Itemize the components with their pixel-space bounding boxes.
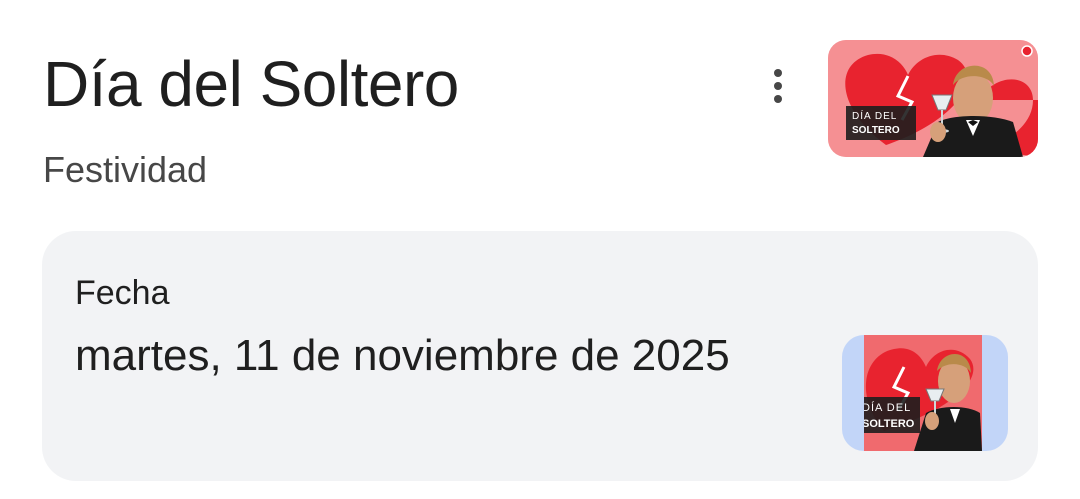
thumbnail-caption-line1: DÍA DEL <box>864 401 911 414</box>
more-vert-icon <box>774 69 782 103</box>
page-title: Día del Soltero <box>43 48 459 120</box>
date-label: Fecha <box>75 274 170 312</box>
thumbnail-caption-line2: SOLTERO <box>852 125 900 136</box>
thumbnail-caption-line1: DÍA DEL <box>852 109 897 122</box>
date-card-thumbnail-image[interactable]: DÍA DEL SOLTERO <box>842 335 1008 451</box>
header-thumbnail-image[interactable]: DÍA DEL SOLTERO <box>828 40 1038 157</box>
date-card[interactable]: Fecha martes, 11 de noviembre de 2025 DÍ… <box>42 231 1038 481</box>
entity-type-label: Festividad <box>43 149 208 190</box>
more-options-button[interactable] <box>752 60 804 112</box>
date-value: martes, 11 de noviembre de 2025 <box>75 331 730 380</box>
thumbnail-caption-line2: SOLTERO <box>864 418 915 430</box>
